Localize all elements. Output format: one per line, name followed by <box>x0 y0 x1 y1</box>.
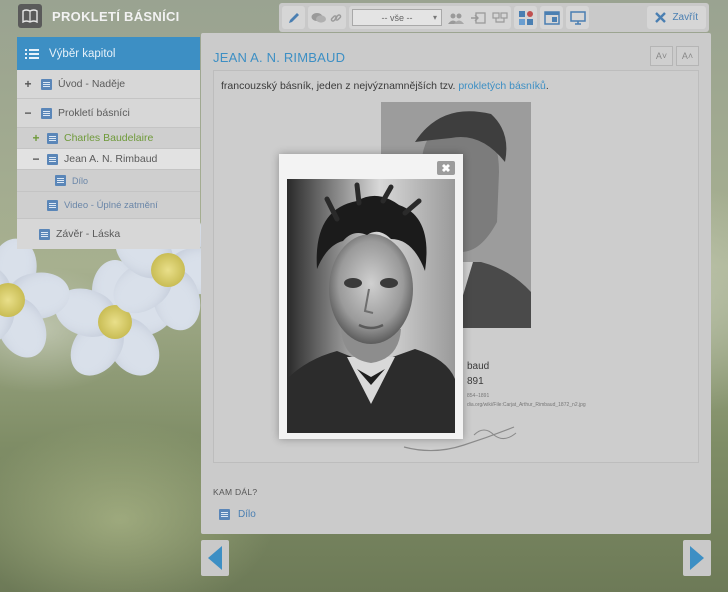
comments-icon[interactable] <box>311 11 327 25</box>
document-icon <box>55 175 66 186</box>
intro-text: francouzský básník, jeden z nejvýznamněj… <box>221 80 456 92</box>
pencil-button[interactable] <box>282 6 305 29</box>
lightbox-close-button[interactable]: ✖ <box>437 161 455 175</box>
document-icon <box>219 509 230 520</box>
sidebar-item-label: Úvod - Naděje <box>58 78 126 90</box>
sidebar-item-prokleti-basnici[interactable]: − Prokletí básníci <box>17 99 200 128</box>
window-icon <box>543 10 560 25</box>
sidebar-item-rimbaud[interactable]: − Jean A. N. Rimbaud <box>17 149 200 170</box>
font-increase-button[interactable]: A˄ <box>676 46 699 66</box>
sidebar-item-label: Dílo <box>72 175 89 186</box>
intro-end: . <box>545 80 549 92</box>
previous-page-button[interactable] <box>201 540 229 576</box>
image-caption-year: 891 <box>467 376 484 387</box>
toolbar: -- vše -- ▾ Zavřít <box>279 3 709 32</box>
filter-select-value: -- vše -- <box>381 12 413 23</box>
layout-tools-button[interactable] <box>514 6 537 29</box>
sidebar-item-label: Jean A. N. Rimbaud <box>64 153 158 165</box>
close-icon <box>655 12 667 23</box>
sidebar-item-uvod[interactable]: + Úvod - Naděje <box>17 70 200 99</box>
arrow-left-icon <box>208 546 222 570</box>
sidebar-item-baudelaire[interactable]: + Charles Baudelaire <box>17 128 200 149</box>
expand-toggle[interactable]: + <box>29 131 43 145</box>
comment-group <box>308 6 346 29</box>
document-icon <box>39 228 50 240</box>
next-section-label: Dílo <box>238 509 256 520</box>
tools-icon <box>518 10 533 25</box>
next-section-heading: KAM DÁL? <box>213 487 258 497</box>
page-title: JEAN A. N. RIMBAUD <box>213 50 346 65</box>
import-icon[interactable] <box>470 11 486 25</box>
sidebar-item-zaver[interactable]: Závěr - Láska <box>17 219 200 249</box>
monitor-button[interactable] <box>566 6 589 29</box>
font-decrease-button[interactable]: A˅ <box>650 46 673 66</box>
image-caption-name: baud <box>467 361 490 372</box>
chapter-list-title: Výběr kapitol <box>49 47 116 60</box>
lightbox-portrait-image <box>287 179 455 433</box>
document-icon <box>41 107 52 119</box>
arrow-right-icon <box>690 546 704 570</box>
chevron-down-icon: ▾ <box>432 13 437 22</box>
sidebar-item-dilo[interactable]: Dílo <box>17 170 200 192</box>
sidebar-item-label: Video - Úplné zatmění <box>64 199 158 211</box>
list-icon <box>25 48 39 59</box>
document-icon <box>47 153 58 165</box>
sidebar-item-video[interactable]: Video - Úplné zatmění <box>17 192 200 219</box>
intro-paragraph: francouzský básník, jeden z nejvýznamněj… <box>221 80 549 92</box>
monitor-icon <box>569 10 586 25</box>
book-icon[interactable] <box>18 4 42 28</box>
close-button[interactable]: Zavřít <box>647 6 706 29</box>
filter-group: -- vše -- ▾ <box>349 6 511 29</box>
document-icon <box>47 199 58 211</box>
sidebar-item-label: Charles Baudelaire <box>64 132 154 144</box>
filter-select[interactable]: -- vše -- ▾ <box>352 9 442 26</box>
chapter-sidebar: Výběr kapitol + Úvod - Naděje − Prokletí… <box>17 37 200 249</box>
collapse-toggle[interactable]: − <box>21 106 35 120</box>
poets-link[interactable]: prokletých básníků <box>458 80 546 92</box>
sidebar-item-label: Prokletí básníci <box>58 107 130 119</box>
image-caption-source: dia.org/wiki/File:Carjat_Arthur_Rimbaud_… <box>467 402 586 408</box>
collapse-toggle[interactable]: − <box>29 152 43 166</box>
users-icon[interactable] <box>448 12 464 24</box>
sidebar-item-label: Závěr - Láska <box>56 228 121 240</box>
document-icon <box>47 132 58 144</box>
pencil-icon <box>288 12 299 23</box>
expand-toggle[interactable]: + <box>21 77 35 91</box>
next-page-button[interactable] <box>683 540 711 576</box>
share-icon[interactable] <box>492 11 508 25</box>
chapter-list-header[interactable]: Výběr kapitol <box>17 37 200 70</box>
window-button[interactable] <box>540 6 563 29</box>
image-lightbox: ✖ <box>279 154 463 439</box>
document-icon <box>41 78 52 90</box>
close-button-label: Zavřít <box>672 12 698 23</box>
next-section-link[interactable]: Dílo <box>219 509 256 520</box>
app-title: PROKLETÍ BÁSNÍCI <box>52 9 180 24</box>
font-size-controls: A˅ A˄ <box>650 46 699 66</box>
link-icon[interactable] <box>329 11 343 25</box>
image-caption-dates: 854–1891 <box>467 393 490 399</box>
